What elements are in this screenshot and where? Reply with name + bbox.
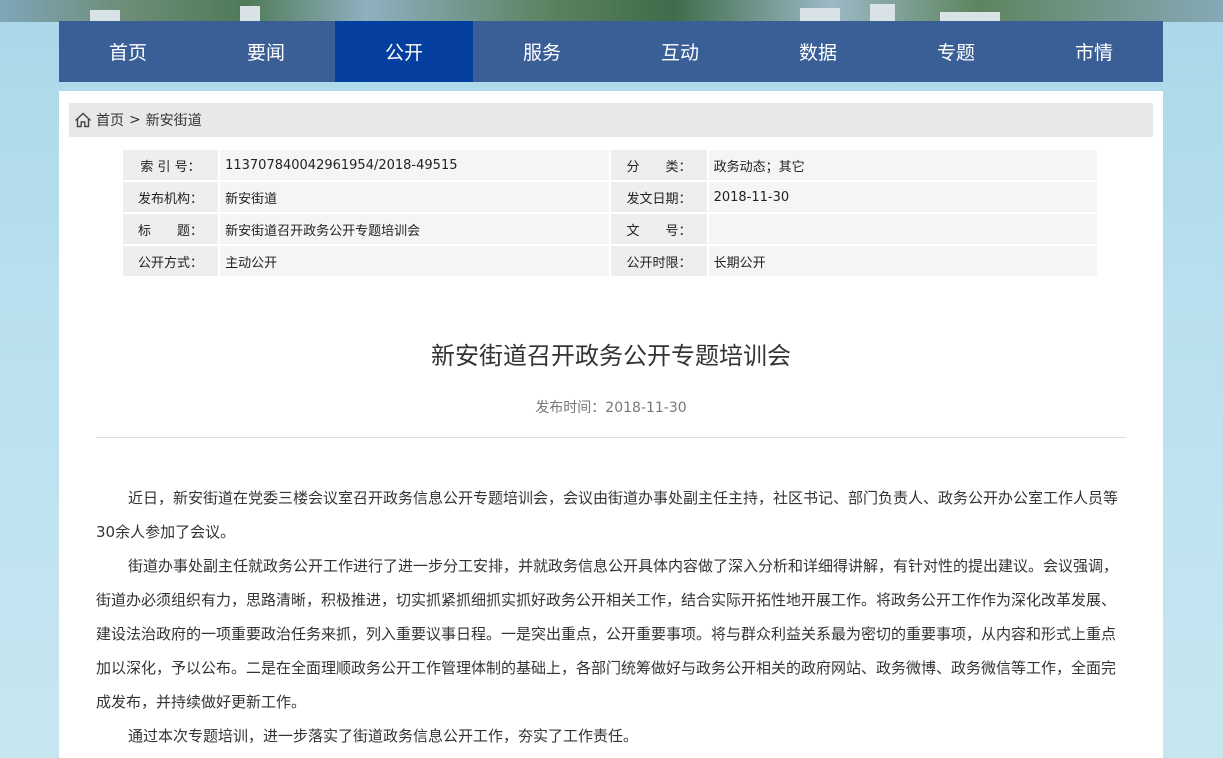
index-value: 113707840042961954/2018-49515 — [220, 150, 610, 180]
nav-item-home[interactable]: 首页 — [59, 21, 197, 82]
breadcrumb: 首页 > 新安街道 — [69, 103, 1153, 137]
term-value: 长期公开 — [708, 246, 1097, 276]
nav-item-news[interactable]: 要闻 — [197, 21, 335, 82]
breadcrumb-home-link[interactable]: 首页 — [96, 110, 124, 130]
article-body: 近日，新安街道在党委三楼会议室召开政务信息公开专题培训会，会议由街道办事处副主任… — [96, 481, 1126, 753]
home-icon[interactable] — [74, 112, 92, 128]
method-label: 公开方式： — [123, 246, 219, 276]
category-label: 分 类： — [611, 150, 707, 180]
date-label: 发文日期： — [611, 182, 707, 212]
article-paragraph: 通过本次专题培训，进一步落实了街道政务信息公开工作，夯实了工作责任。 — [128, 727, 639, 745]
meta-row: 索 引 号： 113707840042961954/2018-49515 分 类… — [123, 150, 1097, 180]
breadcrumb-separator: > — [129, 112, 141, 128]
title-divider — [96, 437, 1126, 438]
meta-row: 标 题： 新安街道召开政务公开专题培训会 文 号： — [123, 214, 1097, 244]
method-value: 主动公开 — [220, 246, 610, 276]
publisher-label: 发布机构： — [123, 182, 219, 212]
article-paragraph: 近日，新安街道在党委三楼会议室召开政务信息公开专题培训会，会议由街道办事处副主任… — [96, 489, 1119, 541]
main-nav: 首页 要闻 公开 服务 互动 数据 专题 市情 — [59, 21, 1163, 82]
docno-label: 文 号： — [611, 214, 707, 244]
publisher-value: 新安街道 — [220, 182, 610, 212]
main-content: 首页 > 新安街道 索 引 号： 113707840042961954/2018… — [59, 91, 1163, 758]
nav-item-topics[interactable]: 专题 — [887, 21, 1025, 82]
nav-item-data[interactable]: 数据 — [749, 21, 887, 82]
header-scenery-banner — [0, 0, 1223, 22]
nav-item-interaction[interactable]: 互动 — [611, 21, 749, 82]
docno-value — [708, 214, 1097, 244]
breadcrumb-current-link[interactable]: 新安街道 — [146, 110, 202, 130]
date-value: 2018-11-30 — [708, 182, 1097, 212]
article-pubtime: 发布时间：2018-11-30 — [535, 400, 687, 416]
nav-item-services[interactable]: 服务 — [473, 21, 611, 82]
nav-item-city-info[interactable]: 市情 — [1025, 21, 1163, 82]
category-value: 政务动态；其它 — [708, 150, 1097, 180]
meta-row: 发布机构： 新安街道 发文日期： 2018-11-30 — [123, 182, 1097, 212]
title-label: 标 题： — [123, 214, 219, 244]
nav-item-disclosure[interactable]: 公开 — [335, 21, 473, 82]
index-label: 索 引 号： — [123, 150, 219, 180]
document-meta-table: 索 引 号： 113707840042961954/2018-49515 分 类… — [121, 148, 1099, 278]
title-value: 新安街道召开政务公开专题培训会 — [220, 214, 610, 244]
article-paragraph: 街道办事处副主任就政务公开工作进行了进一步分工安排，并就政务信息公开具体内容做了… — [96, 557, 1119, 711]
article-title: 新安街道召开政务公开专题培训会 — [431, 342, 791, 370]
meta-row: 公开方式： 主动公开 公开时限： 长期公开 — [123, 246, 1097, 276]
term-label: 公开时限： — [611, 246, 707, 276]
